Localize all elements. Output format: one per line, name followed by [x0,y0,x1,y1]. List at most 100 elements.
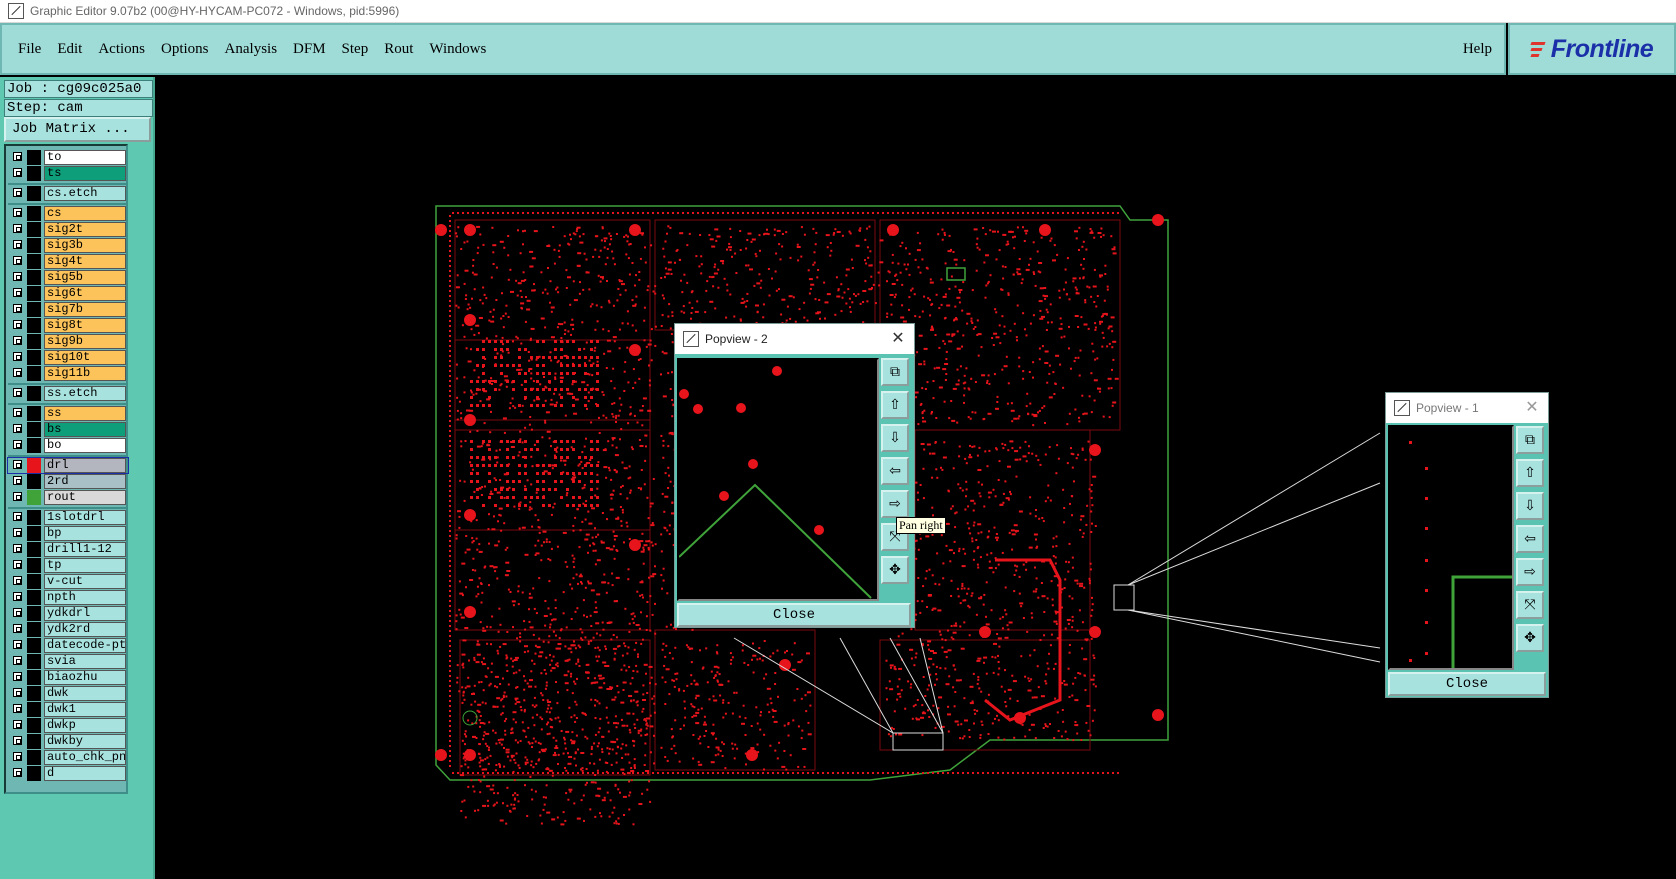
layer-row-sig11b[interactable]: sig11b [8,366,128,381]
layer-color-swatch[interactable] [27,686,41,701]
layer-row-auto-chk-pn[interactable]: auto_chk_pn [8,750,128,765]
layer-row-sig5b[interactable]: sig5b [8,270,128,285]
menu-options[interactable]: Options [161,41,209,58]
layer-checkbox[interactable] [13,240,22,249]
layer-checkbox[interactable] [13,476,22,485]
layer-row-ss[interactable]: ss [8,406,128,421]
layer-checkbox[interactable] [13,576,22,585]
layer-row-bs[interactable]: bs [8,422,128,437]
layer-color-swatch[interactable] [27,366,41,381]
layer-row-ydkdrl[interactable]: ydkdrl [8,606,128,621]
menu-analysis[interactable]: Analysis [225,41,278,58]
layer-checkbox[interactable] [13,256,22,265]
layer-row-2rd[interactable]: 2rd [8,474,128,489]
pan-down-icon[interactable]: ⇩ [881,424,909,452]
job-matrix-button[interactable]: Job Matrix ... [4,117,151,142]
layer-row-datecode-pt[interactable]: datecode-pt [8,638,128,653]
pan-right-icon[interactable]: ⇨ [1516,558,1544,586]
layer-row-sig6t[interactable]: sig6t [8,286,128,301]
layer-row-sig7b[interactable]: sig7b [8,302,128,317]
layer-color-swatch[interactable] [27,206,41,221]
layer-checkbox[interactable] [13,320,22,329]
layer-row-sig10t[interactable]: sig10t [8,350,128,365]
layer-checkbox[interactable] [13,408,22,417]
layer-checkbox[interactable] [13,544,22,553]
layer-checkbox[interactable] [13,704,22,713]
layer-row-sig8t[interactable]: sig8t [8,318,128,333]
menu-help[interactable]: Help [1463,41,1492,58]
menu-dfm[interactable]: DFM [293,41,326,58]
layer-checkbox[interactable] [13,512,22,521]
layer-row-d[interactable]: d [8,766,128,781]
layer-color-swatch[interactable] [27,574,41,589]
close-icon[interactable]: ✕ [890,330,906,346]
layer-checkbox[interactable] [13,168,22,177]
zoom-window-icon[interactable]: ⧉ [1516,426,1544,454]
layer-color-swatch[interactable] [27,458,41,473]
popview-1-view[interactable] [1388,425,1514,670]
menu-step[interactable]: Step [342,41,369,58]
layer-row-biaozhu[interactable]: biaozhu [8,670,128,685]
layer-color-swatch[interactable] [27,638,41,653]
menu-windows[interactable]: Windows [429,41,486,58]
layer-color-swatch[interactable] [27,350,41,365]
layer-color-swatch[interactable] [27,766,41,781]
menu-edit[interactable]: Edit [57,41,82,58]
layer-color-swatch[interactable] [27,386,41,401]
layer-color-swatch[interactable] [27,166,41,181]
layer-color-swatch[interactable] [27,718,41,733]
pan-down-icon[interactable]: ⇩ [1516,492,1544,520]
zoom-out-icon[interactable]: ✥ [881,556,909,584]
pan-right-icon[interactable]: ⇨ [881,490,909,518]
layer-color-swatch[interactable] [27,590,41,605]
layer-color-swatch[interactable] [27,622,41,637]
layer-checkbox[interactable] [13,304,22,313]
layer-checkbox[interactable] [13,208,22,217]
layer-color-swatch[interactable] [27,186,41,201]
layer-checkbox[interactable] [13,492,22,501]
layer-row-dwk[interactable]: dwk [8,686,128,701]
layer-row-tp[interactable]: tp [8,558,128,573]
layer-color-swatch[interactable] [27,286,41,301]
layer-checkbox[interactable] [13,640,22,649]
layer-checkbox[interactable] [13,624,22,633]
layer-row-bp[interactable]: bp [8,526,128,541]
layer-color-swatch[interactable] [27,606,41,621]
layer-color-swatch[interactable] [27,526,41,541]
layer-color-swatch[interactable] [27,270,41,285]
layer-color-swatch[interactable] [27,254,41,269]
layer-row-1slotdrl[interactable]: 1slotdrl [8,510,128,525]
layer-checkbox[interactable] [13,288,22,297]
pan-left-icon[interactable]: ⇦ [881,457,909,485]
layer-color-swatch[interactable] [27,406,41,421]
layer-checkbox[interactable] [13,368,22,377]
layer-color-swatch[interactable] [27,222,41,237]
layer-checkbox[interactable] [13,224,22,233]
layer-color-swatch[interactable] [27,542,41,557]
close-icon[interactable]: ✕ [1524,399,1540,415]
layer-checkbox[interactable] [13,528,22,537]
menu-actions[interactable]: Actions [98,41,145,58]
layer-color-swatch[interactable] [27,558,41,573]
layer-checkbox[interactable] [13,688,22,697]
popview-2-close-button[interactable]: Close [677,603,911,627]
layer-row-dwkp[interactable]: dwkp [8,718,128,733]
layer-color-swatch[interactable] [27,702,41,717]
layer-checkbox[interactable] [13,388,22,397]
layer-color-swatch[interactable] [27,510,41,525]
layer-color-swatch[interactable] [27,318,41,333]
layer-row-bo[interactable]: bo [8,438,128,453]
layer-color-swatch[interactable] [27,734,41,749]
layer-checkbox[interactable] [13,560,22,569]
layer-color-swatch[interactable] [27,302,41,317]
layer-checkbox[interactable] [13,272,22,281]
layer-row-rout[interactable]: rout [8,490,128,505]
pan-up-icon[interactable]: ⇧ [881,391,909,419]
pan-up-icon[interactable]: ⇧ [1516,459,1544,487]
layer-color-swatch[interactable] [27,238,41,253]
layer-checkbox[interactable] [13,152,22,161]
layer-color-swatch[interactable] [27,150,41,165]
layer-checkbox[interactable] [13,672,22,681]
zoom-window-icon[interactable]: ⧉ [881,358,909,386]
layer-checkbox[interactable] [13,336,22,345]
